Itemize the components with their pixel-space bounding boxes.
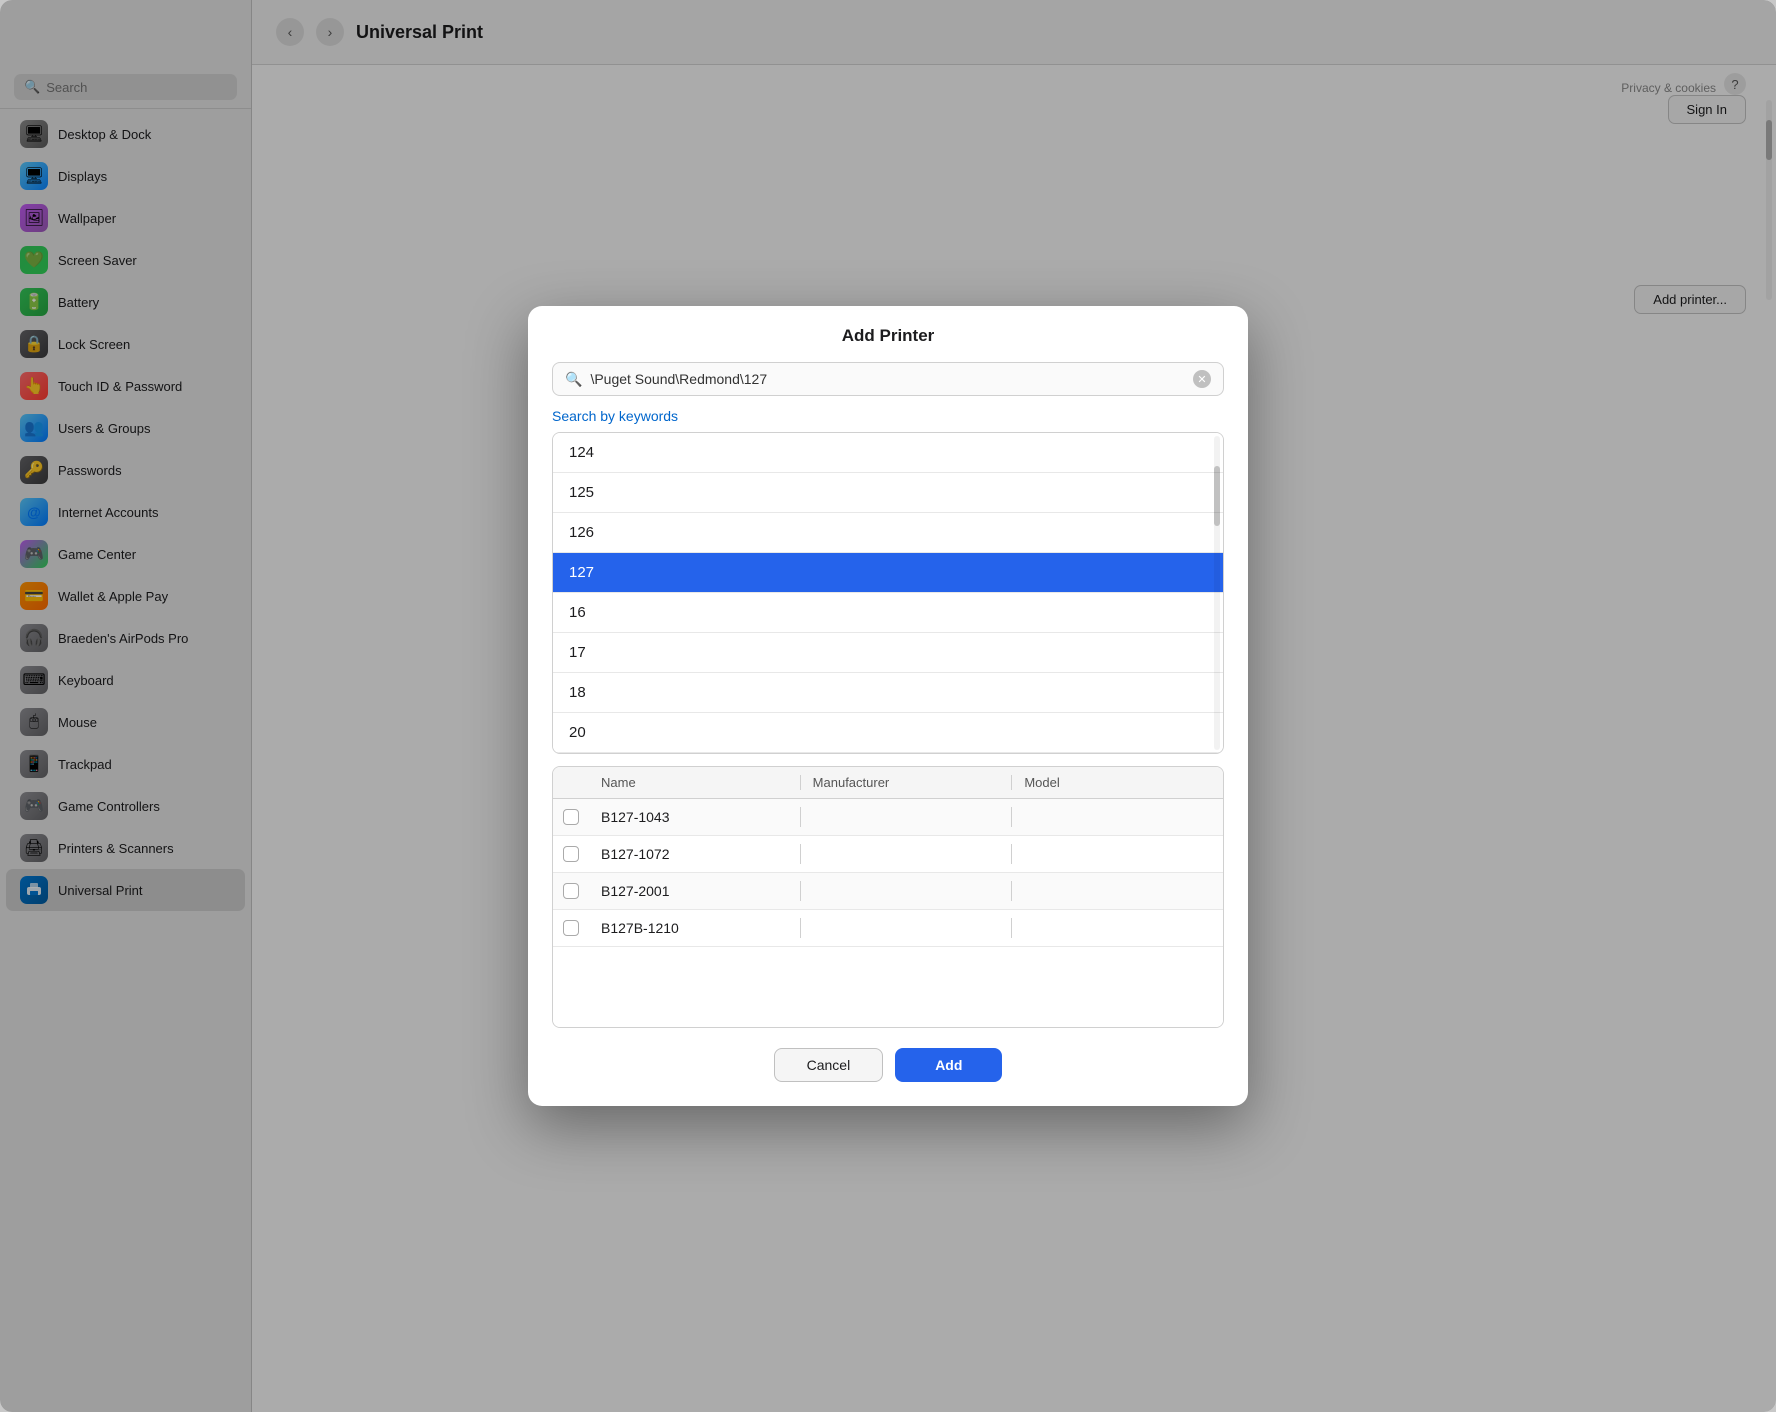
modal-search-bar: 🔍 ✕ [552,362,1224,396]
add-button[interactable]: Add [895,1048,1002,1082]
printer-manufacturer-0 [800,807,1012,827]
result-item-20[interactable]: 20 [553,713,1223,753]
printer-empty-area [553,947,1223,1027]
result-item-16[interactable]: 16 [553,593,1223,633]
printer-checkbox-2[interactable] [563,883,579,899]
result-item-17[interactable]: 17 [553,633,1223,673]
modal-search-icon: 🔍 [565,371,582,388]
printer-checkbox-3[interactable] [563,920,579,936]
modal-search-input[interactable] [590,371,1185,387]
printer-model-1 [1011,844,1223,864]
printer-checkbox-1[interactable] [563,846,579,862]
result-item-126[interactable]: 126 [553,513,1223,553]
printer-table: Name Manufacturer Model B127-1043 [552,766,1224,1028]
printer-row-1[interactable]: B127-1072 [553,836,1223,873]
printer-model-3 [1011,918,1223,938]
printer-checkbox-0[interactable] [563,809,579,825]
col-header-manufacturer: Manufacturer [800,775,1012,790]
col-header-name: Name [589,775,800,790]
printer-name-1: B127-1072 [589,836,800,872]
printer-name-0: B127-1043 [589,799,800,835]
printer-manufacturer-1 [800,844,1012,864]
results-scrollbar[interactable] [1214,436,1220,750]
printer-row-0[interactable]: B127-1043 [553,799,1223,836]
col-header-model: Model [1011,775,1223,790]
printer-row-3[interactable]: B127B-1210 [553,910,1223,947]
app-window: 🔍 🖥 Desktop & Dock 🖥 Displays 🖼 Wallpape… [0,0,1776,1412]
printer-model-0 [1011,807,1223,827]
printer-table-header: Name Manufacturer Model [553,767,1223,799]
modal-title: Add Printer [528,306,1248,362]
modal-search-clear-button[interactable]: ✕ [1193,370,1211,388]
result-item-125[interactable]: 125 [553,473,1223,513]
printer-manufacturer-3 [800,918,1012,938]
col-header-check [553,775,589,790]
printer-name-3: B127B-1210 [589,910,800,946]
modal-buttons: Cancel Add [528,1048,1248,1082]
cancel-button[interactable]: Cancel [774,1048,884,1082]
printer-manufacturer-2 [800,881,1012,901]
results-scrollbar-thumb [1214,466,1220,526]
add-printer-modal: Add Printer 🔍 ✕ Search by keywords 124 1… [528,306,1248,1106]
printer-row-2[interactable]: B127-2001 [553,873,1223,910]
search-results-list: 124 125 126 127 16 17 18 20 [552,432,1224,754]
search-by-keywords-link[interactable]: Search by keywords [552,408,1224,424]
result-item-124[interactable]: 124 [553,433,1223,473]
result-item-18[interactable]: 18 [553,673,1223,713]
printer-model-2 [1011,881,1223,901]
result-item-127[interactable]: 127 [553,553,1223,593]
printer-name-2: B127-2001 [589,873,800,909]
modal-overlay: Add Printer 🔍 ✕ Search by keywords 124 1… [0,0,1776,1412]
